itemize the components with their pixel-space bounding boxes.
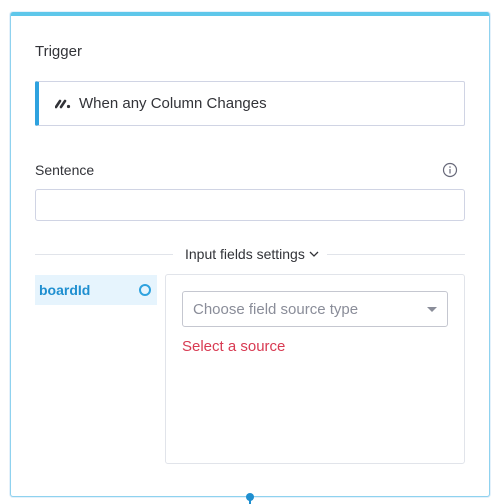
input-fields-settings-label: Input fields settings: [185, 246, 305, 262]
trigger-selector[interactable]: When any Column Changes: [35, 81, 465, 126]
chevron-down-icon: [309, 249, 319, 259]
source-error-message: Select a source: [182, 338, 286, 355]
monday-logo-icon: [55, 98, 71, 110]
sentence-label: Sentence: [35, 162, 95, 178]
field-item-label: boardId: [39, 282, 91, 298]
info-icon[interactable]: [442, 162, 458, 178]
field-source-placeholder: Choose field source type: [193, 300, 359, 318]
connector-line: [249, 500, 251, 504]
caret-down-icon: [427, 306, 437, 312]
field-settings-panel: Choose field source type Select a source: [165, 274, 465, 464]
field-source-select[interactable]: Choose field source type: [182, 291, 448, 327]
trigger-value: When any Column Changes: [79, 95, 267, 112]
divider-left: [35, 254, 173, 255]
divider-right: [327, 254, 465, 255]
status-ring-icon: [139, 284, 151, 296]
sentence-input[interactable]: [35, 189, 465, 221]
input-fields-settings-toggle[interactable]: Input fields settings: [185, 246, 319, 262]
trigger-title: Trigger: [35, 43, 82, 60]
field-item-boardid[interactable]: boardId: [35, 275, 157, 305]
